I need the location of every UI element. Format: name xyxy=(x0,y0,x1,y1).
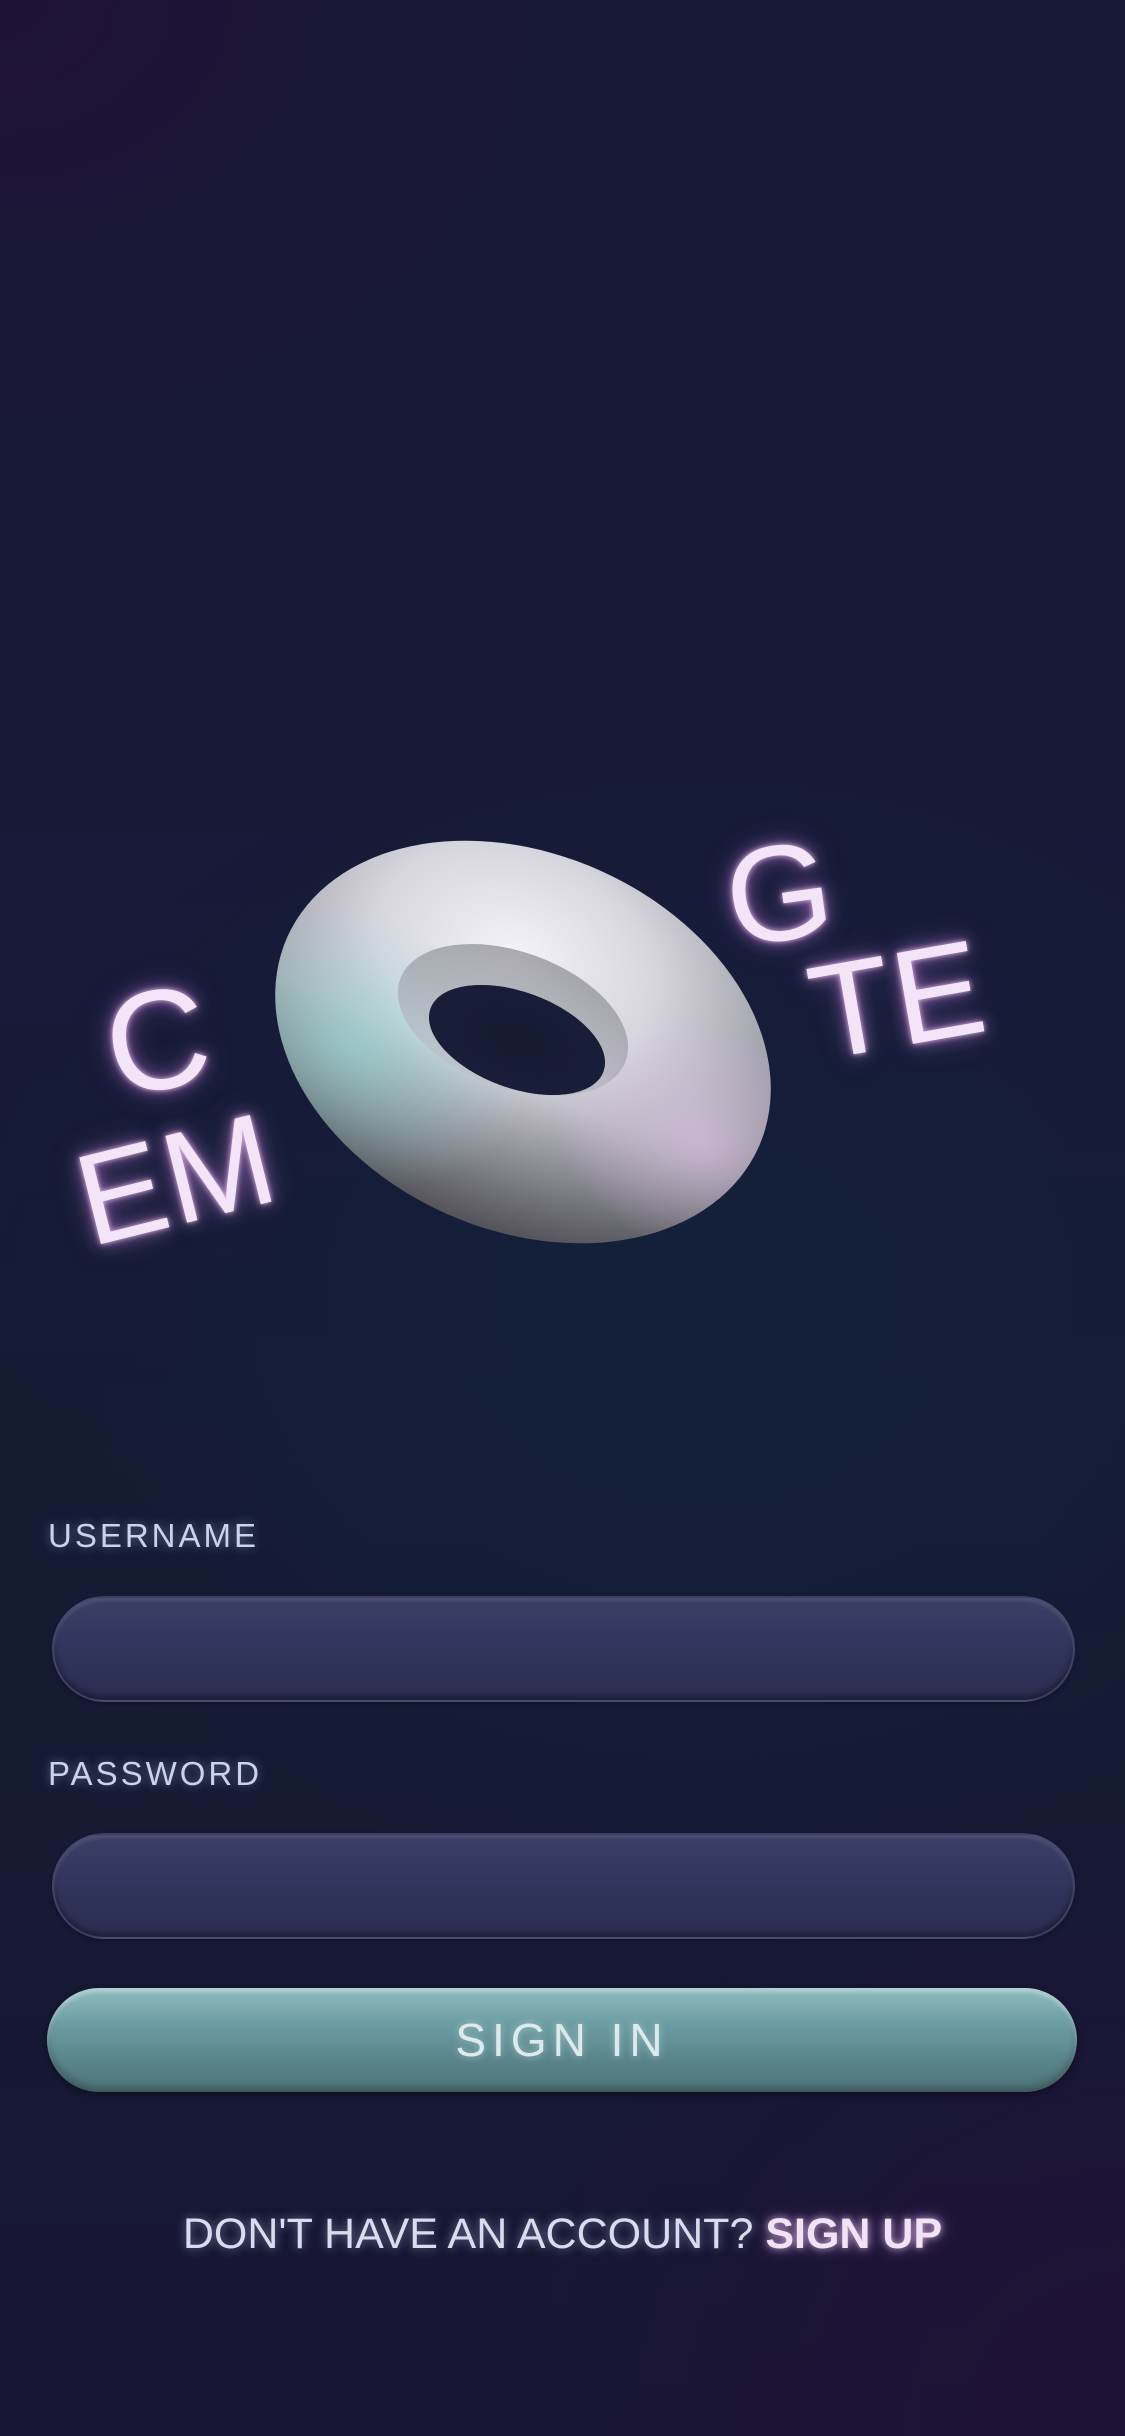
torus-logo-icon xyxy=(275,840,771,1244)
sign-in-button[interactable]: SIGN IN xyxy=(47,1988,1077,2092)
username-field-container[interactable] xyxy=(52,1596,1075,1702)
app-logo: C EM G TE xyxy=(0,780,1125,1340)
username-input[interactable] xyxy=(54,1598,1073,1700)
username-label: USERNAME xyxy=(48,1517,260,1554)
password-label: PASSWORD xyxy=(48,1755,263,1792)
logo-letters-te: TE xyxy=(798,911,998,1089)
sign-up-link[interactable]: SIGN UP xyxy=(765,2210,942,2258)
password-field-container[interactable] xyxy=(52,1833,1075,1939)
signup-prompt-text: DON'T HAVE AN ACCOUNT? xyxy=(182,2210,754,2258)
password-input[interactable] xyxy=(54,1835,1073,1937)
signup-prompt: DON'T HAVE AN ACCOUNT? SIGN UP xyxy=(0,2210,1125,2259)
